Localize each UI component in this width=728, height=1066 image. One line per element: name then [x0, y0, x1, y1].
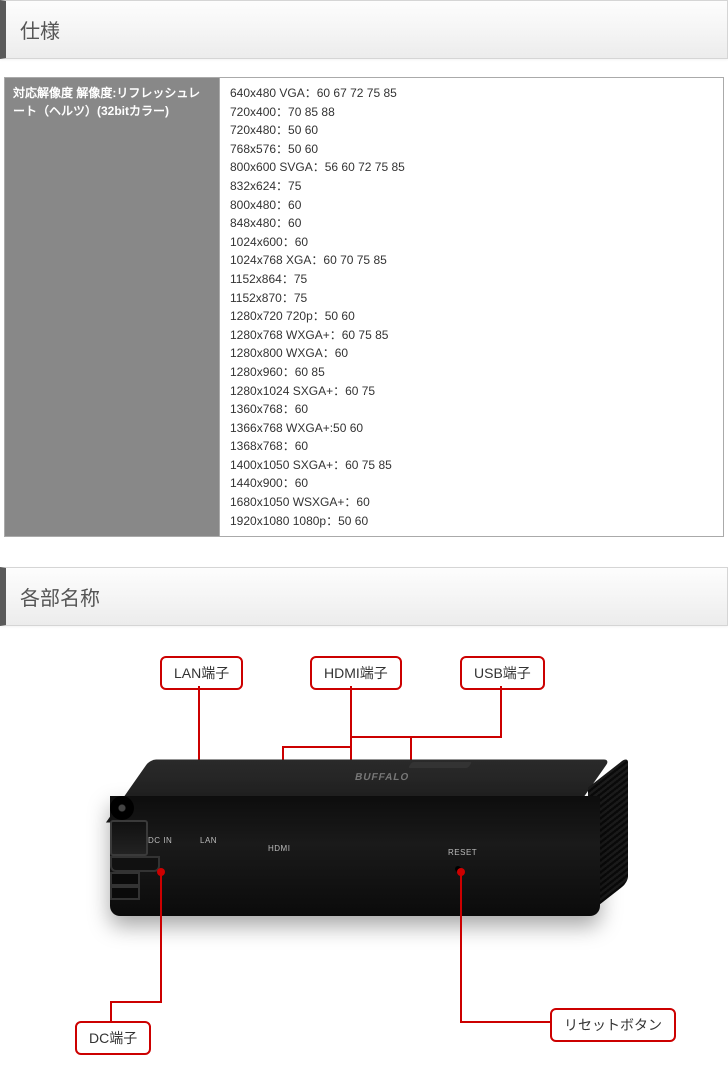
- section-header-spec: 仕様: [0, 0, 728, 59]
- pointer-line: [110, 1001, 112, 1021]
- device-brand: BUFFALO: [354, 772, 411, 783]
- pointer-line: [460, 871, 462, 1021]
- callout-dc: DC端子: [75, 1021, 151, 1055]
- hdmi-port-icon: [110, 856, 160, 872]
- pointer-line: [110, 1001, 162, 1003]
- port-label-lan: LAN: [200, 836, 217, 845]
- usb-port-icon: [110, 886, 140, 900]
- spec-value: 640x480 VGA：60 67 72 75 85 720x400：70 85…: [220, 78, 723, 536]
- pointer-line: [350, 736, 502, 738]
- section-title: 各部名称: [20, 588, 100, 610]
- section-title: 仕様: [20, 21, 60, 43]
- led-strip: [408, 762, 472, 768]
- callout-reset: リセットボタン: [550, 1008, 676, 1042]
- device-front: DC IN LAN HDMI RESET: [110, 796, 600, 916]
- usb-port-icon: [110, 872, 140, 886]
- pointer-line: [500, 686, 502, 736]
- dc-port-icon: [110, 796, 134, 820]
- pointer-line: [282, 746, 352, 748]
- device-illustration: BUFFALO DC IN LAN HDMI RESET: [110, 796, 600, 916]
- spec-table: 対応解像度 解像度:リフレッシュレート（ヘルツ）(32bitカラー) 640x4…: [4, 77, 724, 537]
- callout-lan: LAN端子: [160, 656, 243, 690]
- pointer-line: [160, 871, 162, 1001]
- parts-diagram: LAN端子 HDMI端子 USB端子 BUFFALO DC IN LAN HDM…: [0, 646, 720, 1066]
- callout-hdmi: HDMI端子: [310, 656, 402, 690]
- section-header-parts: 各部名称: [0, 567, 728, 626]
- port-label-reset: RESET: [448, 848, 477, 857]
- spec-label: 対応解像度 解像度:リフレッシュレート（ヘルツ）(32bitカラー): [5, 78, 220, 536]
- lan-port-icon: [110, 820, 148, 856]
- pointer-line: [460, 1021, 550, 1023]
- port-label-dcin: DC IN: [148, 836, 172, 845]
- port-label-hdmi: HDMI: [268, 844, 290, 853]
- callout-usb: USB端子: [460, 656, 545, 690]
